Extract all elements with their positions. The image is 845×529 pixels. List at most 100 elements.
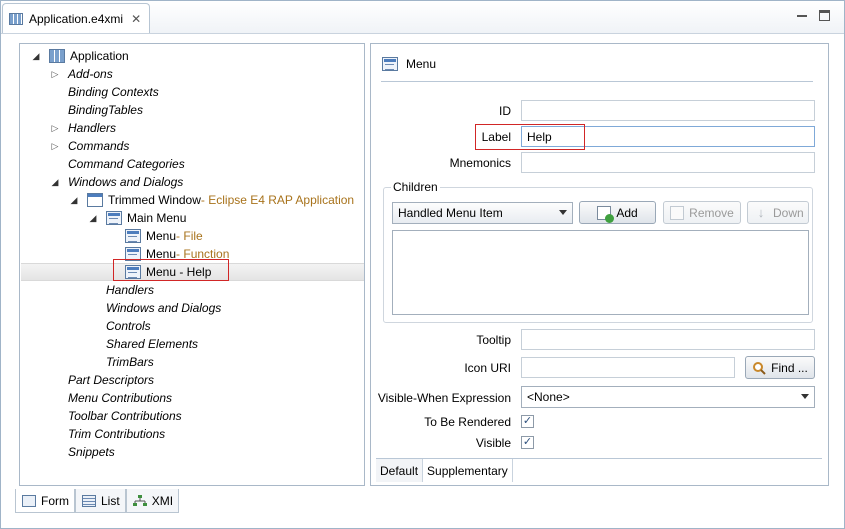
tree-item[interactable]: Binding Contexts <box>49 83 159 101</box>
visible-when-label: Visible-When Expression <box>377 391 511 405</box>
detail-heading: Menu <box>382 57 436 71</box>
tree-item-label: Handlers <box>68 121 117 135</box>
tree-item[interactable]: Trim Contributions <box>49 425 165 443</box>
tab-list-label: List <box>101 493 120 508</box>
tree-item-label: TrimBars <box>106 355 154 369</box>
tree-item-label: Command Categories <box>68 157 185 171</box>
tab-default[interactable]: Default <box>376 459 424 482</box>
editor-tab-strip: Application.e4xmi ✕ <box>1 1 844 34</box>
tree-item[interactable]: Toolbar Contributions <box>49 407 182 425</box>
to-be-rendered-checkbox[interactable]: ✓ <box>521 415 534 428</box>
tree-item[interactable]: BindingTables <box>49 101 143 119</box>
tree-item[interactable]: Handlers <box>87 281 154 299</box>
tree-item-label: Add-ons <box>68 67 113 81</box>
editor-tab[interactable]: Application.e4xmi ✕ <box>2 3 150 33</box>
add-button[interactable]: Add <box>579 201 656 224</box>
tree-item[interactable]: Menu - File <box>106 227 203 245</box>
icon-uri-field[interactable] <box>521 357 735 378</box>
remove-icon <box>670 205 685 220</box>
children-type-value: Handled Menu Item <box>398 206 503 220</box>
id-label: ID <box>499 104 511 118</box>
tree-item[interactable]: Menu Contributions <box>49 389 172 407</box>
highlight-box-label <box>475 124 585 150</box>
tree-item[interactable]: Controls <box>87 317 151 335</box>
children-title: Children <box>391 180 440 194</box>
tree-item[interactable]: ◢ Main Menu <box>87 209 186 227</box>
expanded-arrow-icon[interactable]: ◢ <box>68 195 80 206</box>
add-button-label: Add <box>616 205 638 220</box>
chevron-down-icon <box>801 394 809 399</box>
tree-item[interactable]: Part Descriptors <box>49 371 154 389</box>
window-icon <box>87 193 103 207</box>
detail-panel: Menu ID Label Help Mnemonics Children Ha… <box>370 43 829 486</box>
down-button[interactable]: ↓ Down <box>747 201 809 224</box>
tree-item-label: Menu <box>146 229 177 243</box>
tree-item[interactable]: Shared Elements <box>87 335 198 353</box>
tree-item-label: Binding Contexts <box>68 85 159 99</box>
find-button-label: Find ... <box>771 360 808 375</box>
list-icon <box>82 494 96 507</box>
checkmark-icon: ✓ <box>522 436 533 448</box>
detail-tabs: Default Supplementary <box>376 458 822 482</box>
mnemonics-label: Mnemonics <box>449 156 511 170</box>
collapsed-arrow-icon[interactable]: ▷ <box>49 69 61 80</box>
tree-item[interactable]: ◢ Windows and Dialogs <box>49 173 184 191</box>
form-icon <box>22 494 36 507</box>
tree-item[interactable]: Windows and Dialogs <box>87 299 221 317</box>
arrow-down-icon: ↓ <box>757 204 765 220</box>
tab-list[interactable]: List <box>75 489 126 513</box>
collapsed-arrow-icon[interactable]: ▷ <box>49 123 61 134</box>
tree-item[interactable]: Command Categories <box>49 155 185 173</box>
tree-item[interactable]: ▷ Commands <box>49 137 130 155</box>
tooltip-field[interactable] <box>521 329 815 350</box>
visible-label: Visible <box>475 436 511 450</box>
tree-item-label: Trimmed Window <box>108 193 201 207</box>
id-field[interactable] <box>521 100 815 121</box>
tree-item-label: BindingTables <box>68 103 143 117</box>
tree-item[interactable]: ▷ Handlers <box>49 119 117 137</box>
expanded-arrow-icon[interactable]: ◢ <box>49 177 61 188</box>
close-icon[interactable]: ✕ <box>131 12 141 26</box>
editor-bottom-tabs: Form List XMI <box>15 489 180 513</box>
expanded-arrow-icon[interactable]: ◢ <box>87 213 99 224</box>
expanded-arrow-icon[interactable]: ◢ <box>30 51 42 62</box>
tab-form-label: Form <box>41 493 69 508</box>
find-button[interactable]: Find ... <box>745 356 815 379</box>
children-group: Children Handled Menu Item Add Remove ↓ … <box>383 180 813 323</box>
children-list[interactable] <box>392 230 809 315</box>
tree-item-suffix: - Eclipse E4 RAP Application <box>200 193 355 207</box>
highlight-box-tree <box>113 259 229 281</box>
heading-divider <box>381 81 813 82</box>
tree-item[interactable]: ◢ Trimmed Window - Eclipse E4 RAP Applica… <box>68 191 354 209</box>
xmi-tree-icon <box>132 494 147 507</box>
collapsed-arrow-icon[interactable]: ▷ <box>49 141 61 152</box>
mnemonics-field[interactable] <box>521 152 815 173</box>
maximize-icon[interactable] <box>819 10 830 21</box>
tab-form[interactable]: Form <box>15 489 75 513</box>
tree-item[interactable]: ▷ Add-ons <box>49 65 113 83</box>
remove-button-label: Remove <box>689 205 734 220</box>
detail-heading-label: Menu <box>406 57 437 71</box>
children-type-select[interactable]: Handled Menu Item <box>392 202 573 224</box>
checkmark-icon: ✓ <box>522 415 533 427</box>
app-icon <box>49 49 65 63</box>
tab-xmi[interactable]: XMI <box>125 489 180 513</box>
visible-when-select[interactable]: <None> <box>521 386 815 408</box>
minimize-icon[interactable] <box>796 10 808 22</box>
to-be-rendered-label: To Be Rendered <box>424 415 511 429</box>
tree-item[interactable]: Snippets <box>49 443 115 461</box>
tree-item-label: Windows and Dialogs <box>68 175 184 189</box>
tree-item[interactable]: ◢ Application <box>30 47 129 65</box>
remove-button[interactable]: Remove <box>663 201 741 224</box>
tab-xmi-label: XMI <box>151 493 174 508</box>
tree-item[interactable]: TrimBars <box>87 353 154 371</box>
tooltip-label: Tooltip <box>476 333 511 347</box>
visible-checkbox[interactable]: ✓ <box>521 436 534 449</box>
menu-icon <box>382 57 398 71</box>
tree-item-label: Commands <box>68 139 130 153</box>
tree-item-label: Controls <box>106 319 151 333</box>
tree-item-label: Application <box>70 49 129 63</box>
icon-uri-label: Icon URI <box>464 361 511 375</box>
tab-supplementary[interactable]: Supplementary <box>423 459 513 482</box>
tree-item-label: Main Menu <box>127 211 187 225</box>
